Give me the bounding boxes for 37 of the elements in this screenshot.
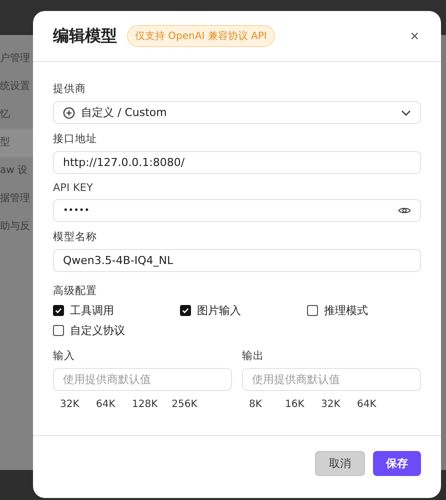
plus-circle-icon [63, 106, 75, 118]
preset-chip[interactable]: 256K [166, 397, 202, 412]
notice-badge: 仅支持 OpenAI 兼容协议 API [127, 25, 275, 47]
checkbox-label: 自定义协议 [70, 322, 125, 338]
preset-chip[interactable]: 16K [280, 397, 312, 412]
checkbox[interactable] [307, 304, 318, 316]
checkbox-label: 工具调用 [70, 302, 114, 318]
field-label: 模型名称 [53, 230, 98, 244]
field-label: 输出 [242, 349, 265, 363]
close-button[interactable]: × [408, 28, 421, 44]
checkbox[interactable] [180, 304, 191, 316]
model-name-field[interactable]: Qwen3.5-4B-IQ4_NL [53, 249, 421, 272]
field-label: API KEY [53, 182, 94, 194]
checkbox-label: 推理模式 [324, 302, 368, 318]
checkbox[interactable] [53, 324, 64, 336]
endpoint-field[interactable]: http://127.0.0.1:8080/ [53, 151, 421, 174]
preset-chip[interactable]: 32K [55, 397, 87, 412]
dialog-title: 编辑模型 [53, 26, 117, 46]
api-key-field[interactable]: ••••• [53, 199, 421, 222]
field-label: 提供商 [53, 82, 87, 96]
field-label: 接口地址 [53, 132, 98, 146]
eye-icon[interactable] [398, 206, 411, 215]
checkbox[interactable] [53, 304, 64, 316]
preset-chip[interactable]: 128K [127, 397, 163, 412]
save-button[interactable]: 保存 [373, 450, 421, 476]
preset-chip[interactable]: 64K [91, 397, 123, 412]
preset-chip[interactable]: 8K [244, 397, 276, 412]
field-label: 输入 [53, 349, 76, 363]
chevron-down-icon [401, 110, 411, 116]
section-label: 高级配置 [53, 284, 98, 298]
provider-select[interactable]: 自定义 / Custom [53, 101, 421, 124]
preset-chip[interactable]: 64K [352, 397, 384, 412]
token-limit-field[interactable]: 使用提供商默认值 [53, 368, 232, 391]
token-limit-field[interactable]: 使用提供商默认值 [242, 368, 421, 391]
checkbox-label: 图片输入 [197, 302, 241, 318]
cancel-button[interactable]: 取消 [315, 450, 365, 476]
preset-chip[interactable]: 32K [316, 397, 348, 412]
